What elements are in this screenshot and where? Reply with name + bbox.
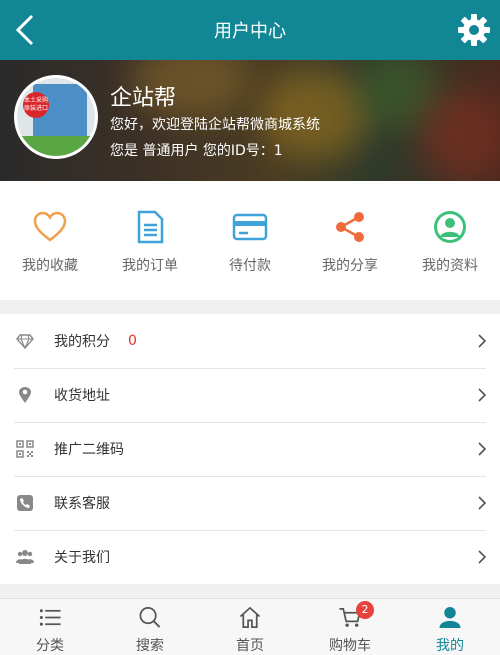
menu-item-qrcode[interactable]: 推广二维码: [0, 422, 500, 476]
menu-item-label: 关于我们: [54, 550, 110, 566]
phone-icon: [17, 495, 33, 511]
tab-search[interactable]: 搜索: [100, 599, 200, 655]
menu-item-about[interactable]: 关于我们: [0, 530, 500, 584]
document-icon: [137, 210, 164, 244]
quick-favorites-label: 我的收藏: [22, 258, 78, 274]
home-icon: [239, 606, 261, 628]
chevron-right-icon: [478, 388, 486, 402]
quick-profile-label: 我的资料: [422, 258, 478, 274]
chevron-right-icon: [478, 496, 486, 510]
quick-unpaid[interactable]: 待付款: [200, 181, 300, 300]
points-value: 0: [128, 333, 137, 349]
menu-item-points[interactable]: 我的积分 0: [0, 314, 500, 368]
chevron-right-icon: [478, 442, 486, 456]
location-pin-icon: [19, 387, 31, 403]
menu-item-label: 收货地址: [54, 388, 110, 404]
menu-item-label: 推广二维码: [54, 442, 124, 458]
tab-mine[interactable]: 我的: [400, 599, 500, 655]
heart-icon: [33, 211, 67, 242]
section-divider: [0, 584, 500, 598]
tab-home[interactable]: 首页: [200, 599, 300, 655]
top-bar: 用户中心: [0, 0, 500, 60]
page-title: 用户中心: [214, 21, 286, 42]
menu-item-label: 我的积分: [54, 334, 110, 350]
quick-share-label: 我的分享: [322, 258, 378, 274]
user-name: 企站帮: [110, 86, 177, 111]
chevron-right-icon: [478, 550, 486, 564]
quick-orders[interactable]: 我的订单: [100, 181, 200, 300]
avatar-sticker: 本土采购 原装进口: [23, 92, 49, 118]
bottom-tab-bar: 分类 搜索 首页 2 购物车 我的: [0, 598, 500, 655]
quick-links: 我的收藏 我的订单 待付款 我的分享 我的资料: [0, 181, 500, 300]
qrcode-icon: [16, 440, 34, 458]
avatar[interactable]: 本土采购 原装进口: [14, 75, 98, 159]
user-circle-icon: [434, 211, 466, 243]
menu-item-support[interactable]: 联系客服: [0, 476, 500, 530]
welcome-text: 您好，欢迎登陆企站帮微商城系统: [110, 117, 320, 133]
card-icon: [232, 213, 268, 241]
quick-profile[interactable]: 我的资料: [400, 181, 500, 300]
quick-unpaid-label: 待付款: [229, 258, 271, 274]
section-divider: [0, 300, 500, 314]
tab-label: 分类: [36, 638, 64, 654]
chevron-right-icon: [478, 334, 486, 348]
share-icon: [336, 212, 364, 242]
tab-label: 我的: [436, 638, 464, 654]
menu-list: 我的积分 0 收货地址 推广二维码 联系客服 关于我们: [0, 314, 500, 584]
user-info: 您是 普通用户 您的ID号：1: [110, 143, 283, 159]
person-icon: [439, 606, 461, 629]
quick-share[interactable]: 我的分享: [300, 181, 400, 300]
avatar-footer: [17, 136, 95, 156]
tab-category[interactable]: 分类: [0, 599, 100, 655]
list-icon: [39, 609, 61, 626]
search-icon: [139, 607, 161, 628]
cart-count-badge: 2: [356, 601, 374, 619]
tab-cart[interactable]: 2 购物车: [300, 599, 400, 655]
tab-label: 搜索: [136, 638, 164, 654]
quick-orders-label: 我的订单: [122, 258, 178, 274]
diamond-icon: [16, 334, 34, 350]
profile-banner: 本土采购 原装进口 企站帮 您好，欢迎登陆企站帮微商城系统 您是 普通用户 您的…: [0, 60, 500, 181]
menu-item-address[interactable]: 收货地址: [0, 368, 500, 422]
menu-item-label: 联系客服: [54, 496, 110, 512]
tab-label: 购物车: [329, 638, 371, 654]
gear-icon[interactable]: [456, 12, 492, 48]
quick-favorites[interactable]: 我的收藏: [0, 181, 100, 300]
group-icon: [16, 550, 34, 564]
chevron-left-icon[interactable]: [10, 10, 44, 50]
tab-label: 首页: [236, 638, 264, 654]
